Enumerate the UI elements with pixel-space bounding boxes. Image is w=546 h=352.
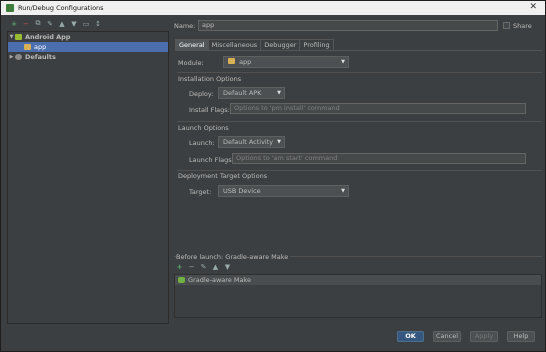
- deploy-value: Default APK: [223, 89, 262, 97]
- folder-icon[interactable]: ▭: [82, 20, 90, 28]
- task-label: Gradle-aware Make: [188, 276, 251, 284]
- run-debug-configurations-dialog: Run/Debug Configurations ✕ + − ⧉ ✎ ▲ ▼ ▭…: [0, 0, 546, 352]
- divider: [177, 170, 542, 171]
- chevron-down-icon: ▼: [277, 90, 281, 96]
- deploy-label: Deploy:: [189, 90, 214, 98]
- folder-icon: [24, 44, 31, 50]
- configurations-panel: + − ⧉ ✎ ▲ ▼ ▭ ↕ ▼ Android App app ▶ Defa…: [7, 18, 169, 324]
- name-field[interactable]: app: [198, 20, 498, 31]
- before-launch-panel: Before launch: Gradle-aware Make + − ✎ ▲…: [174, 252, 542, 320]
- launch-flags-label: Launch Flags:: [189, 156, 234, 164]
- chevron-down-icon: ▼: [277, 139, 281, 145]
- target-label: Target:: [189, 188, 212, 196]
- share-checkbox[interactable]: [503, 22, 510, 29]
- module-label: Module:: [178, 59, 204, 67]
- deploy-dropdown[interactable]: Default APK ▼: [218, 87, 285, 99]
- gradle-icon: [178, 277, 185, 283]
- launch-label: Launch:: [189, 139, 215, 147]
- tree-item-app[interactable]: app: [8, 42, 168, 52]
- tree-item-label: app: [34, 43, 47, 51]
- edit-task-icon[interactable]: ✎: [200, 263, 207, 271]
- move-down-icon[interactable]: ▼: [70, 20, 78, 28]
- copy-icon[interactable]: ⧉: [34, 19, 42, 28]
- tree-item-label: Android App: [25, 33, 71, 41]
- module-value: app: [239, 58, 252, 66]
- target-dropdown[interactable]: USB Device ▼: [218, 185, 349, 197]
- configurations-tree[interactable]: ▼ Android App app ▶ Defaults: [7, 31, 169, 324]
- before-launch-toolbar: + − ✎ ▲ ▼: [176, 263, 231, 271]
- module-dropdown[interactable]: app ▼: [223, 56, 349, 68]
- app-icon: [6, 4, 14, 12]
- before-launch-heading: Before launch: Gradle-aware Make: [176, 253, 291, 261]
- divider: [177, 72, 542, 73]
- configurations-toolbar: + − ⧉ ✎ ▲ ▼ ▭ ↕: [7, 18, 169, 29]
- close-icon[interactable]: ✕: [529, 2, 537, 12]
- android-icon: [15, 34, 22, 40]
- move-task-up-icon[interactable]: ▲: [212, 263, 219, 271]
- install-flags-label: Install Flags:: [189, 106, 230, 114]
- tab-miscellaneous[interactable]: Miscellaneous: [207, 39, 262, 50]
- edit-defaults-icon[interactable]: ✎: [46, 20, 54, 28]
- remove-icon[interactable]: −: [22, 20, 30, 28]
- expand-arrow-icon[interactable]: ▼: [8, 34, 15, 40]
- module-icon: [228, 58, 235, 64]
- chevron-down-icon: ▼: [341, 188, 345, 194]
- cancel-button[interactable]: Cancel: [433, 331, 461, 342]
- ok-button[interactable]: OK: [397, 331, 424, 342]
- tab-debugger[interactable]: Debugger: [260, 39, 301, 50]
- tab-general[interactable]: General: [175, 39, 209, 50]
- launch-value: Default Activity: [223, 138, 274, 146]
- name-label: Name:: [174, 22, 196, 30]
- tree-item-android-app[interactable]: ▼ Android App: [8, 32, 168, 42]
- remove-task-icon[interactable]: −: [188, 263, 195, 271]
- chevron-down-icon: ▼: [341, 59, 345, 65]
- list-item[interactable]: Gradle-aware Make: [175, 275, 541, 285]
- before-launch-task-list[interactable]: Gradle-aware Make: [174, 274, 542, 318]
- install-flags-field[interactable]: Options to 'pm install' command: [230, 103, 526, 114]
- add-icon[interactable]: +: [10, 20, 18, 28]
- launch-dropdown[interactable]: Default Activity ▼: [218, 136, 285, 148]
- sort-icon[interactable]: ↕: [94, 20, 102, 28]
- install-flags-placeholder: Options to 'pm install' command: [234, 104, 340, 112]
- apply-button[interactable]: Apply: [470, 331, 498, 342]
- help-button[interactable]: Help: [507, 331, 535, 342]
- installation-options-heading: Installation Options: [178, 75, 242, 83]
- gear-icon: [15, 54, 22, 60]
- target-value: USB Device: [223, 187, 261, 195]
- share-label: Share: [513, 22, 532, 30]
- tree-item-defaults[interactable]: ▶ Defaults: [8, 52, 168, 62]
- launch-flags-field[interactable]: Options to 'am start' command: [232, 153, 526, 164]
- launch-flags-placeholder: Options to 'am start' command: [236, 154, 338, 162]
- launch-options-heading: Launch Options: [178, 124, 229, 132]
- title-bar[interactable]: Run/Debug Configurations ✕: [1, 1, 545, 15]
- tree-item-label: Defaults: [25, 53, 56, 61]
- move-up-icon[interactable]: ▲: [58, 20, 66, 28]
- divider: [177, 121, 542, 122]
- configuration-editor: Name: app Share General Miscellaneous De…: [174, 18, 542, 328]
- tab-profiling[interactable]: Profiling: [299, 39, 334, 50]
- add-task-icon[interactable]: +: [176, 263, 183, 271]
- tab-bar: General Miscellaneous Debugger Profiling: [175, 39, 334, 50]
- general-tab-panel: Module: app ▼ Installation Options Deplo…: [175, 50, 542, 250]
- deployment-target-options-heading: Deployment Target Options: [178, 172, 268, 180]
- window-title: Run/Debug Configurations: [18, 4, 104, 12]
- collapse-arrow-icon[interactable]: ▶: [8, 54, 15, 60]
- move-task-down-icon[interactable]: ▼: [224, 263, 231, 271]
